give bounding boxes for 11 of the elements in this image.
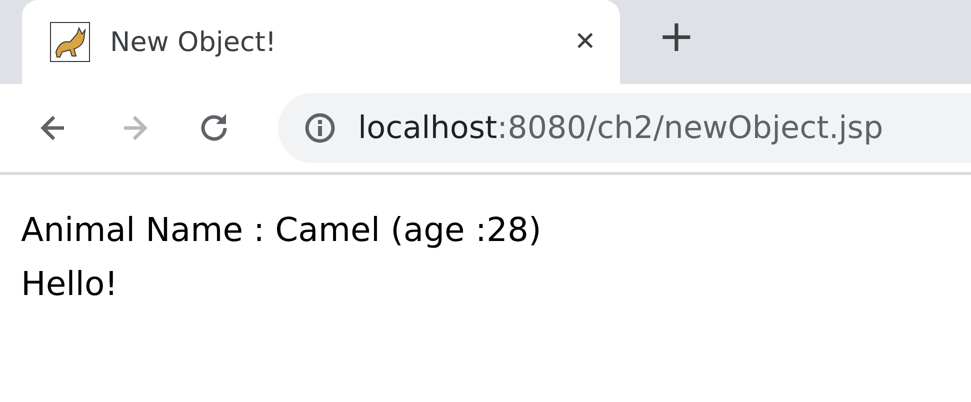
tab-title: New Object! bbox=[110, 26, 278, 58]
browser-tab[interactable]: New Object! ✕ bbox=[22, 0, 620, 84]
url-host: localhost bbox=[358, 110, 498, 146]
address-bar[interactable]: localhost:8080/ch2/newObject.jsp bbox=[278, 93, 971, 163]
url-path: :8080/ch2/newObject.jsp bbox=[497, 110, 884, 146]
info-icon[interactable] bbox=[304, 112, 336, 144]
text-line: Animal Name : Camel (age :28) bbox=[21, 209, 542, 251]
text-line: Hello! bbox=[21, 263, 119, 305]
new-tab-button[interactable]: + bbox=[658, 15, 695, 59]
close-tab-button[interactable]: ✕ bbox=[574, 27, 596, 57]
cat-icon bbox=[50, 22, 90, 62]
